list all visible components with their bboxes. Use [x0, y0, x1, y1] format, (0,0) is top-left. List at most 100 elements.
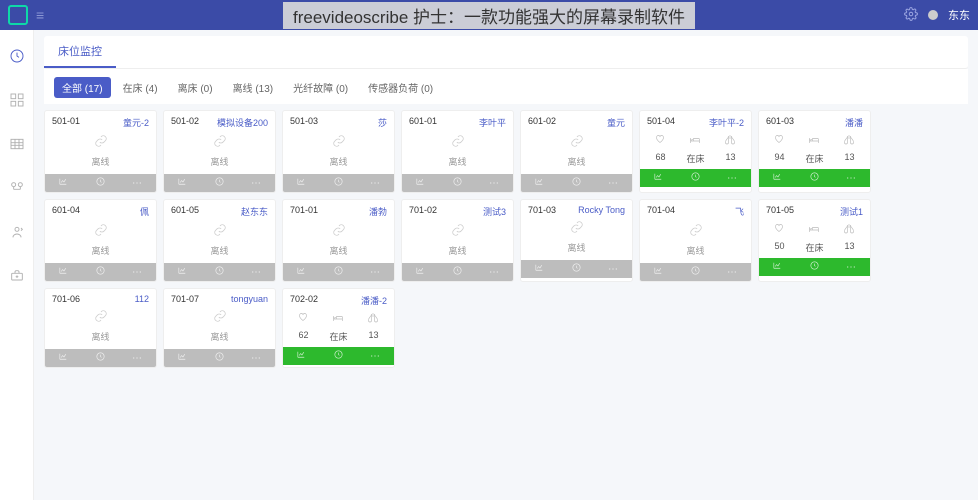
history-icon[interactable] [690, 169, 701, 187]
bed-card[interactable]: 701-06112离线⋯ [44, 288, 157, 368]
history-icon[interactable] [571, 260, 582, 278]
bed-card[interactable]: 501-02模拟设备200离线⋯ [163, 110, 276, 193]
history-icon[interactable] [95, 174, 106, 192]
bed-card[interactable]: 601-05赵东东离线⋯ [163, 199, 276, 282]
more-icon[interactable]: ⋯ [132, 267, 143, 278]
bed-card[interactable]: 501-03莎离线⋯ [282, 110, 395, 193]
more-icon[interactable]: ⋯ [846, 173, 857, 184]
patient-name: 潘勃 [369, 205, 387, 218]
more-icon[interactable]: ⋯ [370, 178, 381, 189]
chart-icon[interactable] [772, 258, 783, 276]
chart-icon[interactable] [653, 169, 664, 187]
status-label: 离线 [402, 244, 513, 257]
room-number: 701-07 [171, 294, 199, 304]
settings-icon[interactable] [904, 7, 918, 24]
chart-icon[interactable] [415, 174, 426, 192]
room-number: 501-03 [290, 116, 318, 129]
history-icon[interactable] [452, 174, 463, 192]
bed-card[interactable]: 701-04飞离线⋯ [639, 199, 752, 282]
chart-icon[interactable] [772, 169, 783, 187]
chart-icon[interactable] [58, 263, 69, 281]
history-icon[interactable] [809, 258, 820, 276]
room-number: 601-02 [528, 116, 556, 129]
chart-icon[interactable] [534, 260, 545, 278]
bed-card[interactable]: 701-02测试3离线⋯ [401, 199, 514, 282]
chart-icon[interactable] [534, 174, 545, 192]
chart-icon[interactable] [58, 349, 69, 367]
avatar-icon[interactable] [928, 10, 938, 20]
bed-card[interactable]: 702-02潘潘-262在床13⋯ [282, 288, 395, 368]
bed-card[interactable]: 601-04佩离线⋯ [44, 199, 157, 282]
hr-value: 94 [774, 152, 784, 162]
more-icon[interactable]: ⋯ [608, 178, 619, 189]
history-icon[interactable] [214, 263, 225, 281]
chart-icon[interactable] [415, 263, 426, 281]
chart-icon[interactable] [296, 263, 307, 281]
more-icon[interactable]: ⋯ [489, 178, 500, 189]
offline-icon [283, 223, 394, 242]
history-icon[interactable] [809, 169, 820, 187]
bed-card[interactable]: 601-02童元离线⋯ [520, 110, 633, 193]
bed-card[interactable]: 701-07tongyuan离线⋯ [163, 288, 276, 368]
more-icon[interactable]: ⋯ [132, 353, 143, 364]
more-icon[interactable]: ⋯ [727, 173, 738, 184]
bed-icon [807, 133, 821, 151]
sidebar-item-devices[interactable] [9, 180, 25, 196]
patient-name: 李叶平-2 [709, 116, 744, 129]
chart-icon[interactable] [296, 174, 307, 192]
more-icon[interactable]: ⋯ [251, 267, 262, 278]
more-icon[interactable]: ⋯ [489, 267, 500, 278]
lungs-icon [842, 222, 856, 240]
filter-chip[interactable]: 全部 (17) [54, 77, 111, 98]
bed-card[interactable]: 601-03潘潘94在床13⋯ [758, 110, 871, 193]
bed-card[interactable]: 701-01潘勃离线⋯ [282, 199, 395, 282]
filter-chip[interactable]: 离床 (0) [170, 77, 221, 98]
sidebar-item-table[interactable] [9, 136, 25, 152]
more-icon[interactable]: ⋯ [727, 267, 738, 278]
chart-icon[interactable] [653, 263, 664, 281]
status-label: 在床 [805, 152, 823, 165]
more-icon[interactable]: ⋯ [846, 262, 857, 273]
more-icon[interactable]: ⋯ [370, 351, 381, 362]
sidebar-item-toolbox[interactable] [9, 268, 25, 284]
filter-chip[interactable]: 传感器负荷 (0) [360, 77, 441, 98]
bed-card[interactable]: 701-03Rocky Tong离线⋯ [520, 199, 633, 282]
more-icon[interactable]: ⋯ [132, 178, 143, 189]
history-icon[interactable] [95, 263, 106, 281]
history-icon[interactable] [571, 174, 582, 192]
filter-chip[interactable]: 光纤故障 (0) [285, 77, 356, 98]
more-icon[interactable]: ⋯ [251, 353, 262, 364]
menu-toggle-icon[interactable]: ≡ [36, 7, 44, 23]
bed-icon [331, 311, 345, 329]
history-icon[interactable] [333, 347, 344, 365]
tab-bed-monitoring[interactable]: 床位监控 [44, 36, 116, 68]
chart-icon[interactable] [177, 174, 188, 192]
history-icon[interactable] [214, 349, 225, 367]
sidebar-item-apps[interactable] [9, 92, 25, 108]
patient-name: 测试1 [840, 205, 863, 218]
chart-icon[interactable] [177, 263, 188, 281]
chart-icon[interactable] [296, 347, 307, 365]
history-icon[interactable] [333, 174, 344, 192]
offline-icon [45, 309, 156, 328]
more-icon[interactable]: ⋯ [608, 264, 619, 275]
heart-icon [296, 311, 310, 329]
bed-card[interactable]: 501-04李叶平-268在床13⋯ [639, 110, 752, 193]
bed-card[interactable]: 501-01童元-2离线⋯ [44, 110, 157, 193]
more-icon[interactable]: ⋯ [251, 178, 262, 189]
history-icon[interactable] [333, 263, 344, 281]
history-icon[interactable] [690, 263, 701, 281]
chart-icon[interactable] [177, 349, 188, 367]
history-icon[interactable] [214, 174, 225, 192]
chart-icon[interactable] [58, 174, 69, 192]
patient-name: 112 [135, 294, 149, 304]
history-icon[interactable] [95, 349, 106, 367]
sidebar-item-users[interactable] [9, 224, 25, 240]
history-icon[interactable] [452, 263, 463, 281]
filter-chip[interactable]: 在床 (4) [115, 77, 166, 98]
bed-card[interactable]: 601-01李叶平离线⋯ [401, 110, 514, 193]
sidebar-item-dashboard[interactable] [9, 48, 25, 64]
more-icon[interactable]: ⋯ [370, 267, 381, 278]
filter-chip[interactable]: 离线 (13) [225, 77, 282, 98]
bed-card[interactable]: 701-05测试150在床13⋯ [758, 199, 871, 282]
